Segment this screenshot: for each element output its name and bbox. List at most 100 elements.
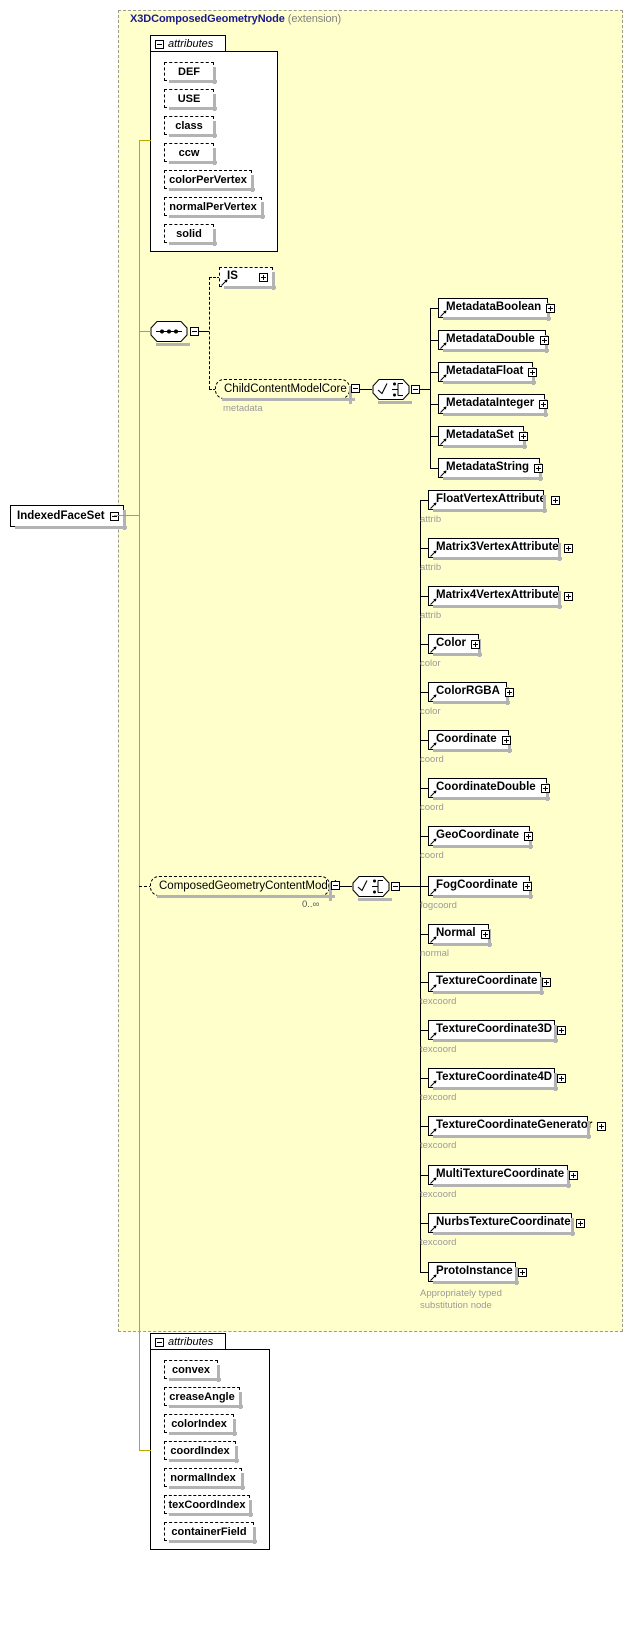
node-label: FogCoordinate (436, 879, 518, 892)
attribute-chip-normalindex[interactable]: normalIndex (164, 1468, 245, 1490)
connector-geometry-branch-6 (420, 788, 428, 789)
sequence-compositor-icon[interactable] (150, 320, 188, 343)
plus-box-icon[interactable] (550, 495, 560, 505)
connector-metadata-branch-5 (430, 468, 438, 469)
plus-box-icon[interactable] (518, 431, 528, 441)
node-metadataset[interactable]: MetadataSet (438, 426, 528, 449)
attribute-chip-containerfield[interactable]: containerField (164, 1522, 257, 1544)
minus-box-icon[interactable] (155, 39, 164, 49)
plus-box-icon[interactable] (501, 735, 511, 745)
node-geocoordinate[interactable]: GeoCoordinate (428, 826, 534, 849)
connector-root-spine (139, 140, 140, 1451)
node-floatvertexattribute[interactable]: FloatVertexAttribute (428, 490, 560, 513)
node-colorrgba[interactable]: ColorRGBA (428, 682, 514, 705)
choice-compositor-icon-geometry[interactable] (352, 875, 390, 898)
node-coordinate[interactable]: Coordinate (428, 730, 512, 753)
minus-box-icon[interactable] (190, 327, 199, 336)
plus-box-icon[interactable] (540, 783, 550, 793)
plus-box-icon[interactable] (539, 399, 549, 409)
node-multitexturecoordinate[interactable]: MultiTextureCoordinate (428, 1165, 579, 1188)
plus-box-icon[interactable] (471, 639, 481, 649)
minus-box-icon[interactable] (411, 385, 420, 394)
node-is[interactable]: IS (219, 267, 276, 290)
minus-box-icon[interactable] (331, 881, 340, 890)
plus-box-icon[interactable] (575, 1218, 585, 1228)
root-element-indexedfaceset[interactable]: IndexedFaceSet (10, 505, 127, 530)
attribute-chip-colorpervertex[interactable]: colorPerVertex (164, 170, 255, 192)
connector-root-out (114, 515, 140, 516)
node-nurbstexturecoordinate[interactable]: NurbsTextureCoordinate (428, 1213, 585, 1236)
node-label: MetadataDouble (446, 333, 535, 346)
plus-box-icon[interactable] (542, 977, 552, 987)
attribute-chip-normalpervertex[interactable]: normalPerVertex (164, 197, 265, 219)
node-metadatafloat[interactable]: MetadataFloat (438, 362, 538, 385)
attribute-chip-solid[interactable]: solid (164, 224, 217, 246)
plus-box-icon[interactable] (534, 463, 544, 473)
cardinality-label: 0..∞ (302, 899, 320, 910)
node-matrix4vertexattribute[interactable]: Matrix4VertexAttribute (428, 586, 573, 609)
node-label: MultiTextureCoordinate (436, 1168, 565, 1181)
choice-compositor-icon-metadata[interactable] (372, 378, 410, 401)
node-label: TextureCoordinateGenerator (436, 1119, 593, 1132)
inherited-attributes-tab[interactable]: attributes (150, 35, 226, 52)
attribute-chip-texcoordindex[interactable]: texCoordIndex (164, 1495, 253, 1517)
minus-box-icon[interactable] (391, 882, 400, 891)
attribute-chip-coordindex[interactable]: coordIndex (164, 1441, 239, 1463)
attribute-chip-creaseangle[interactable]: creaseAngle (164, 1387, 243, 1409)
connector-geometry-branch-11 (420, 1030, 428, 1031)
node-texturecoordinate3d[interactable]: TextureCoordinate3D (428, 1020, 567, 1043)
node-normal[interactable]: Normal (428, 924, 492, 947)
connector-geometry-branch-2 (420, 596, 428, 597)
plus-box-icon[interactable] (504, 687, 514, 697)
node-label: NurbsTextureCoordinate (436, 1216, 571, 1229)
connector-geometry-branch-5 (420, 740, 428, 741)
plus-box-icon[interactable] (557, 1073, 567, 1083)
node-metadatainteger[interactable]: MetadataInteger (438, 394, 549, 417)
plus-box-icon[interactable] (557, 1025, 567, 1035)
node-metadataboolean[interactable]: MetadataBoolean (438, 298, 556, 321)
plus-box-icon[interactable] (597, 1121, 607, 1131)
group-composedgeometrycontentmodel[interactable]: ComposedGeometryContentModel (150, 876, 337, 901)
node-coordinatedouble[interactable]: CoordinateDouble (428, 778, 550, 801)
attribute-chip-convex[interactable]: convex (164, 1360, 221, 1382)
own-attributes-tab[interactable]: attributes (150, 1333, 226, 1350)
connector-metadata-branch-3 (430, 404, 438, 405)
attribute-chip-class[interactable]: class (164, 116, 217, 138)
group-childcontentmodelcore[interactable]: ChildContentModelCore (215, 379, 355, 404)
connector-seq-branch-spine (209, 277, 210, 389)
node-protoinstance[interactable]: ProtoInstance (428, 1262, 527, 1285)
plus-box-icon[interactable] (546, 303, 556, 313)
minus-box-icon[interactable] (351, 384, 360, 393)
attribute-chip-ccw[interactable]: ccw (164, 143, 217, 165)
plus-box-icon[interactable] (563, 591, 573, 601)
node-texturecoordinate4d[interactable]: TextureCoordinate4D (428, 1068, 567, 1091)
node-matrix3vertexattribute[interactable]: Matrix3VertexAttribute (428, 538, 573, 561)
attribute-chip-colorindex[interactable]: colorIndex (164, 1414, 237, 1436)
geometry-choice-shadow (358, 898, 392, 901)
plus-box-icon[interactable] (528, 367, 538, 377)
node-label: IS (227, 270, 238, 283)
plus-box-icon[interactable] (563, 543, 573, 553)
node-fogcoordinate[interactable]: FogCoordinate (428, 876, 533, 899)
plus-box-icon[interactable] (524, 831, 534, 841)
connector-geometry-branch-4 (420, 692, 428, 693)
node-texturecoordinate[interactable]: TextureCoordinate (428, 972, 552, 995)
plus-box-icon[interactable] (259, 272, 268, 282)
minus-box-icon[interactable] (155, 1337, 164, 1347)
plus-box-icon[interactable] (522, 881, 532, 891)
plus-box-icon[interactable] (517, 1267, 527, 1277)
node-metadatastring[interactable]: MetadataString (438, 458, 544, 481)
plus-box-icon[interactable] (539, 335, 549, 345)
node-label: ColorRGBA (436, 685, 500, 698)
node-texturecoordinategenerator[interactable]: TextureCoordinateGenerator (428, 1116, 607, 1139)
connector-geometry-branch-15 (420, 1223, 428, 1224)
connector-metadata-branch-1 (430, 340, 438, 341)
plus-box-icon[interactable] (569, 1170, 579, 1180)
attribute-chip-def[interactable]: DEF (164, 62, 217, 84)
node-metadatadouble[interactable]: MetadataDouble (438, 330, 549, 353)
attribute-chip-use[interactable]: USE (164, 89, 217, 111)
node-label: MetadataSet (446, 429, 514, 442)
node-color[interactable]: Color (428, 634, 482, 657)
minus-box-icon[interactable] (109, 511, 119, 521)
plus-box-icon[interactable] (480, 929, 490, 939)
